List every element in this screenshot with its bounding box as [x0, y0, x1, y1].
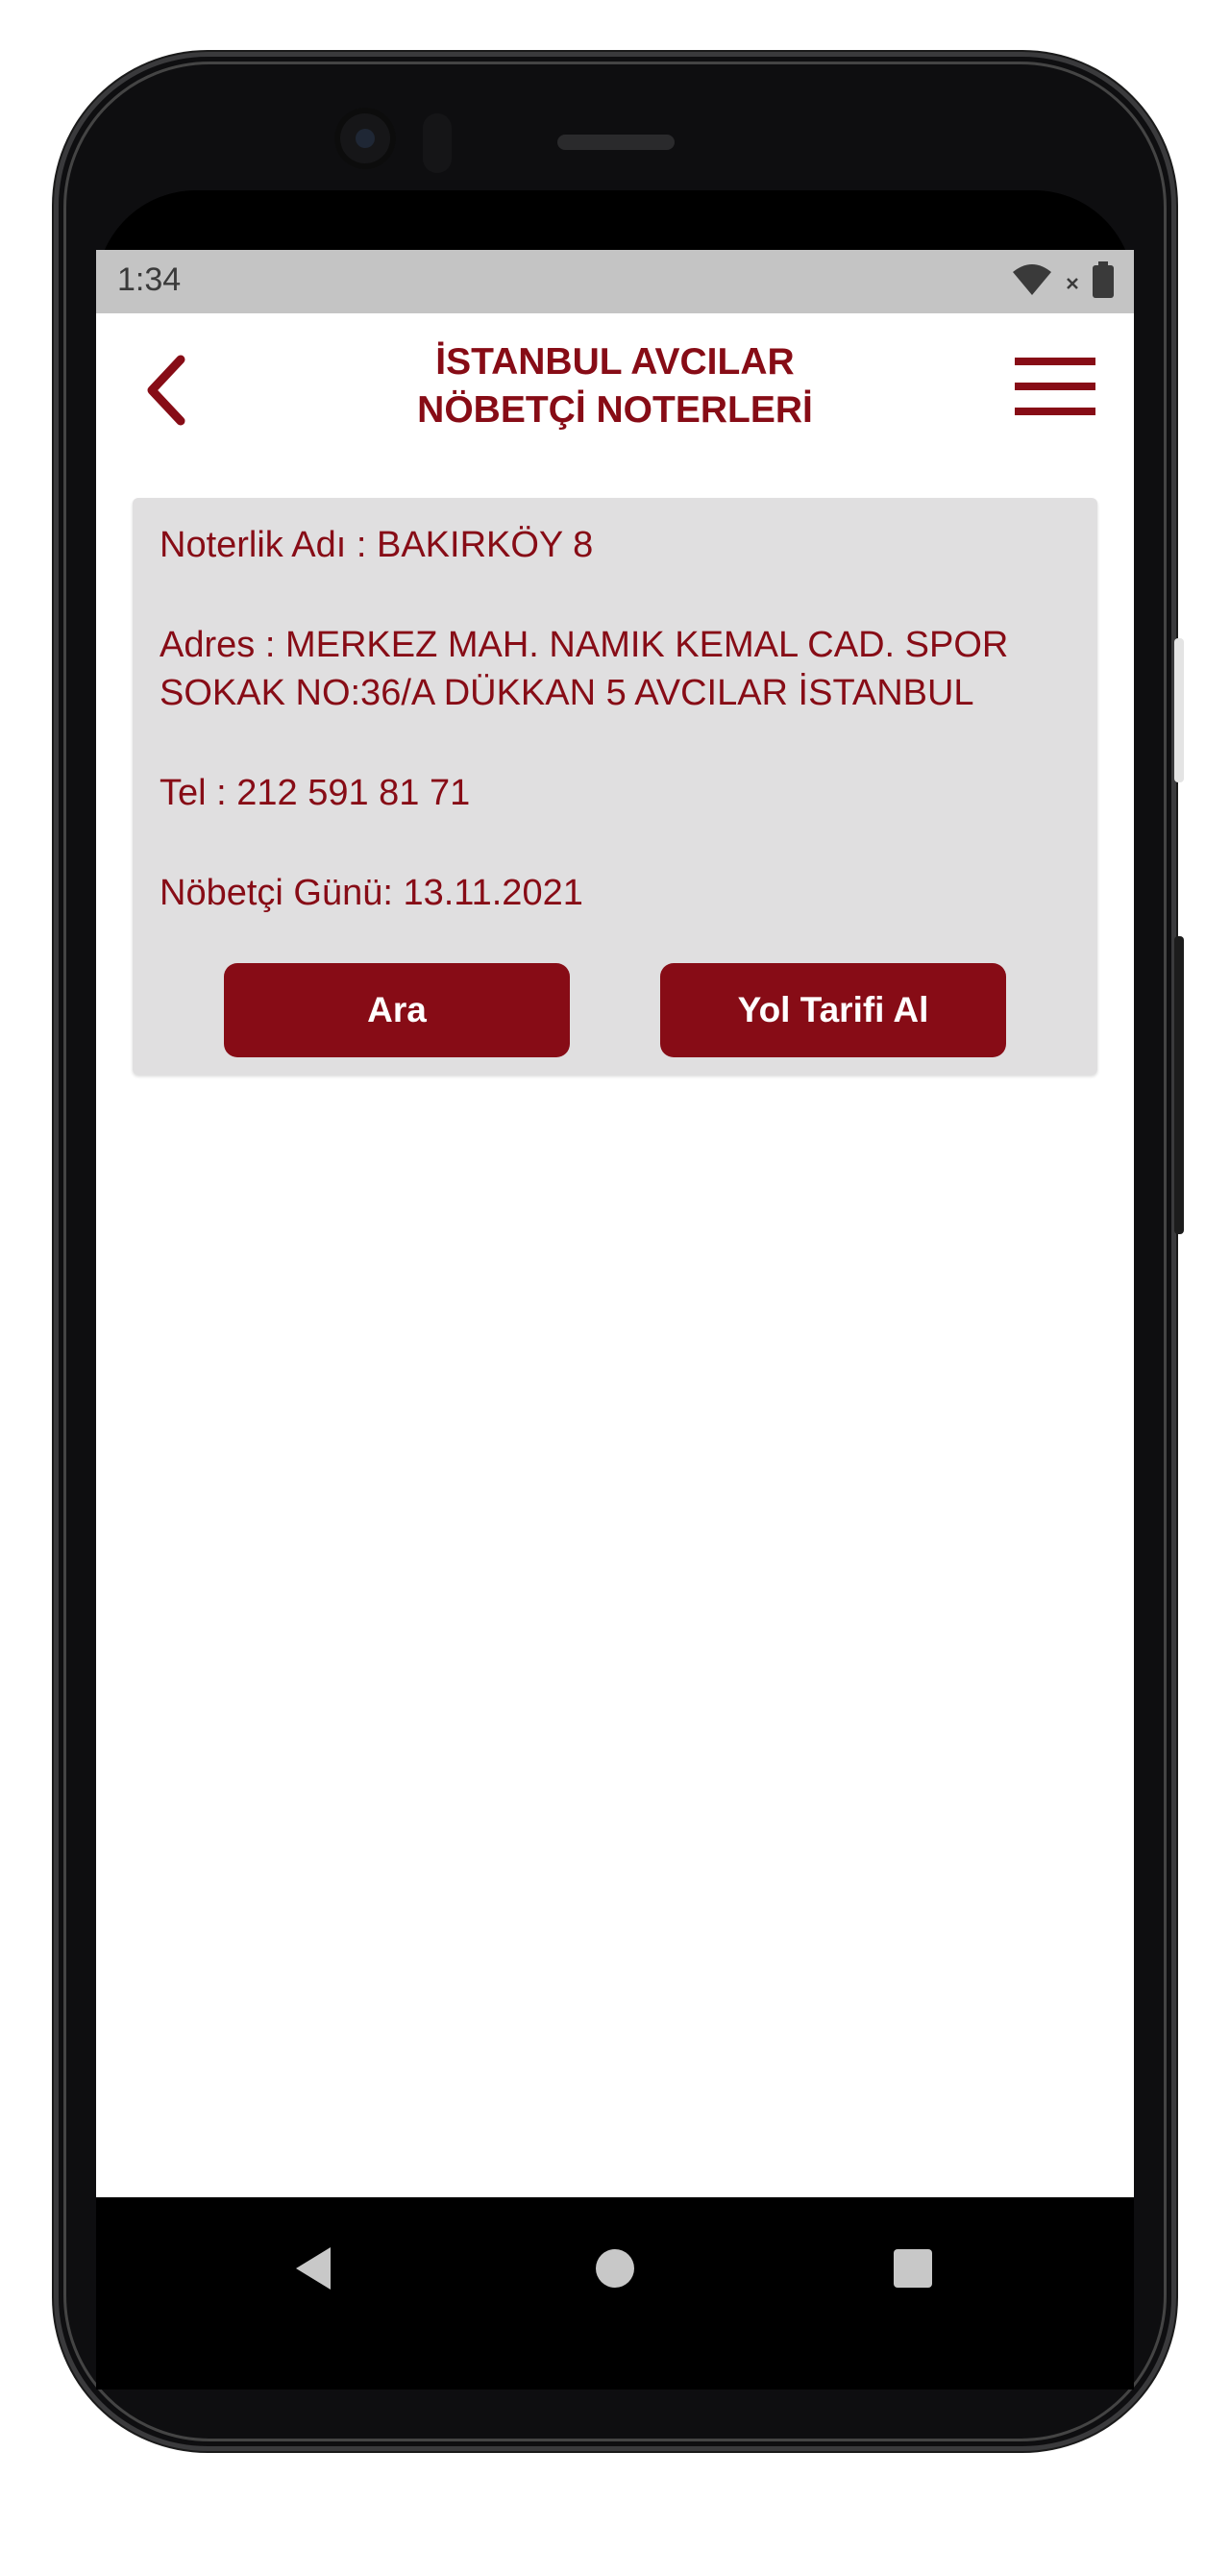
notary-phone: Tel : 212 591 81 71	[160, 773, 471, 813]
directions-button[interactable]: Yol Tarifi Al	[660, 963, 1006, 1057]
notary-address-line1: Adres : MERKEZ MAH. NAMIK KEMAL CAD. SPO…	[160, 625, 1009, 665]
no-sim-icon	[1067, 278, 1078, 289]
earpiece-speaker	[557, 135, 675, 150]
back-button[interactable]	[138, 350, 196, 436]
notary-card: Noterlik Adı : BAKIRKÖY 8 Adres : MERKEZ…	[133, 498, 1097, 1075]
status-bar: 1:34	[96, 250, 1134, 313]
phone-side-button-power	[1174, 936, 1184, 1234]
page-title-line2: NÖBETÇİ NOTERLERİ	[417, 389, 813, 431]
status-icons	[1011, 261, 1115, 298]
home-circle-icon[interactable]	[594, 2247, 636, 2290]
notary-duty-day: Nöbetçi Günü: 13.11.2021	[160, 873, 583, 913]
front-camera	[334, 108, 396, 169]
call-button[interactable]: Ara	[224, 963, 570, 1057]
status-time: 1:34	[117, 261, 182, 298]
battery-icon	[1093, 261, 1114, 298]
app-header: İSTANBUL AVCILAR NÖBETÇİ NOTERLERİ	[96, 313, 1134, 448]
recents-square-icon[interactable]	[892, 2247, 934, 2290]
wifi-icon	[1013, 264, 1051, 295]
page-title: İSTANBUL AVCILAR NÖBETÇİ NOTERLERİ	[327, 338, 903, 434]
hamburger-menu-icon	[1015, 358, 1095, 415]
back-triangle-icon[interactable]	[292, 2245, 334, 2291]
notary-address-line2: SOKAK NO:36/A DÜKKAN 5 AVCILAR İSTANBUL	[160, 673, 974, 713]
phone-side-button-top	[1174, 638, 1184, 782]
menu-button[interactable]	[1013, 354, 1097, 419]
notary-name: Noterlik Adı : BAKIRKÖY 8	[160, 525, 594, 565]
page-title-line1: İSTANBUL AVCILAR	[435, 341, 795, 383]
chevron-left-icon	[147, 355, 185, 426]
proximity-sensor	[423, 113, 452, 173]
system-nav-bar	[96, 2197, 1134, 2390]
app-screen: 1:34 İSTANBUL AVCILAR NÖBETÇİ NOTERLERİ	[96, 250, 1134, 2197]
